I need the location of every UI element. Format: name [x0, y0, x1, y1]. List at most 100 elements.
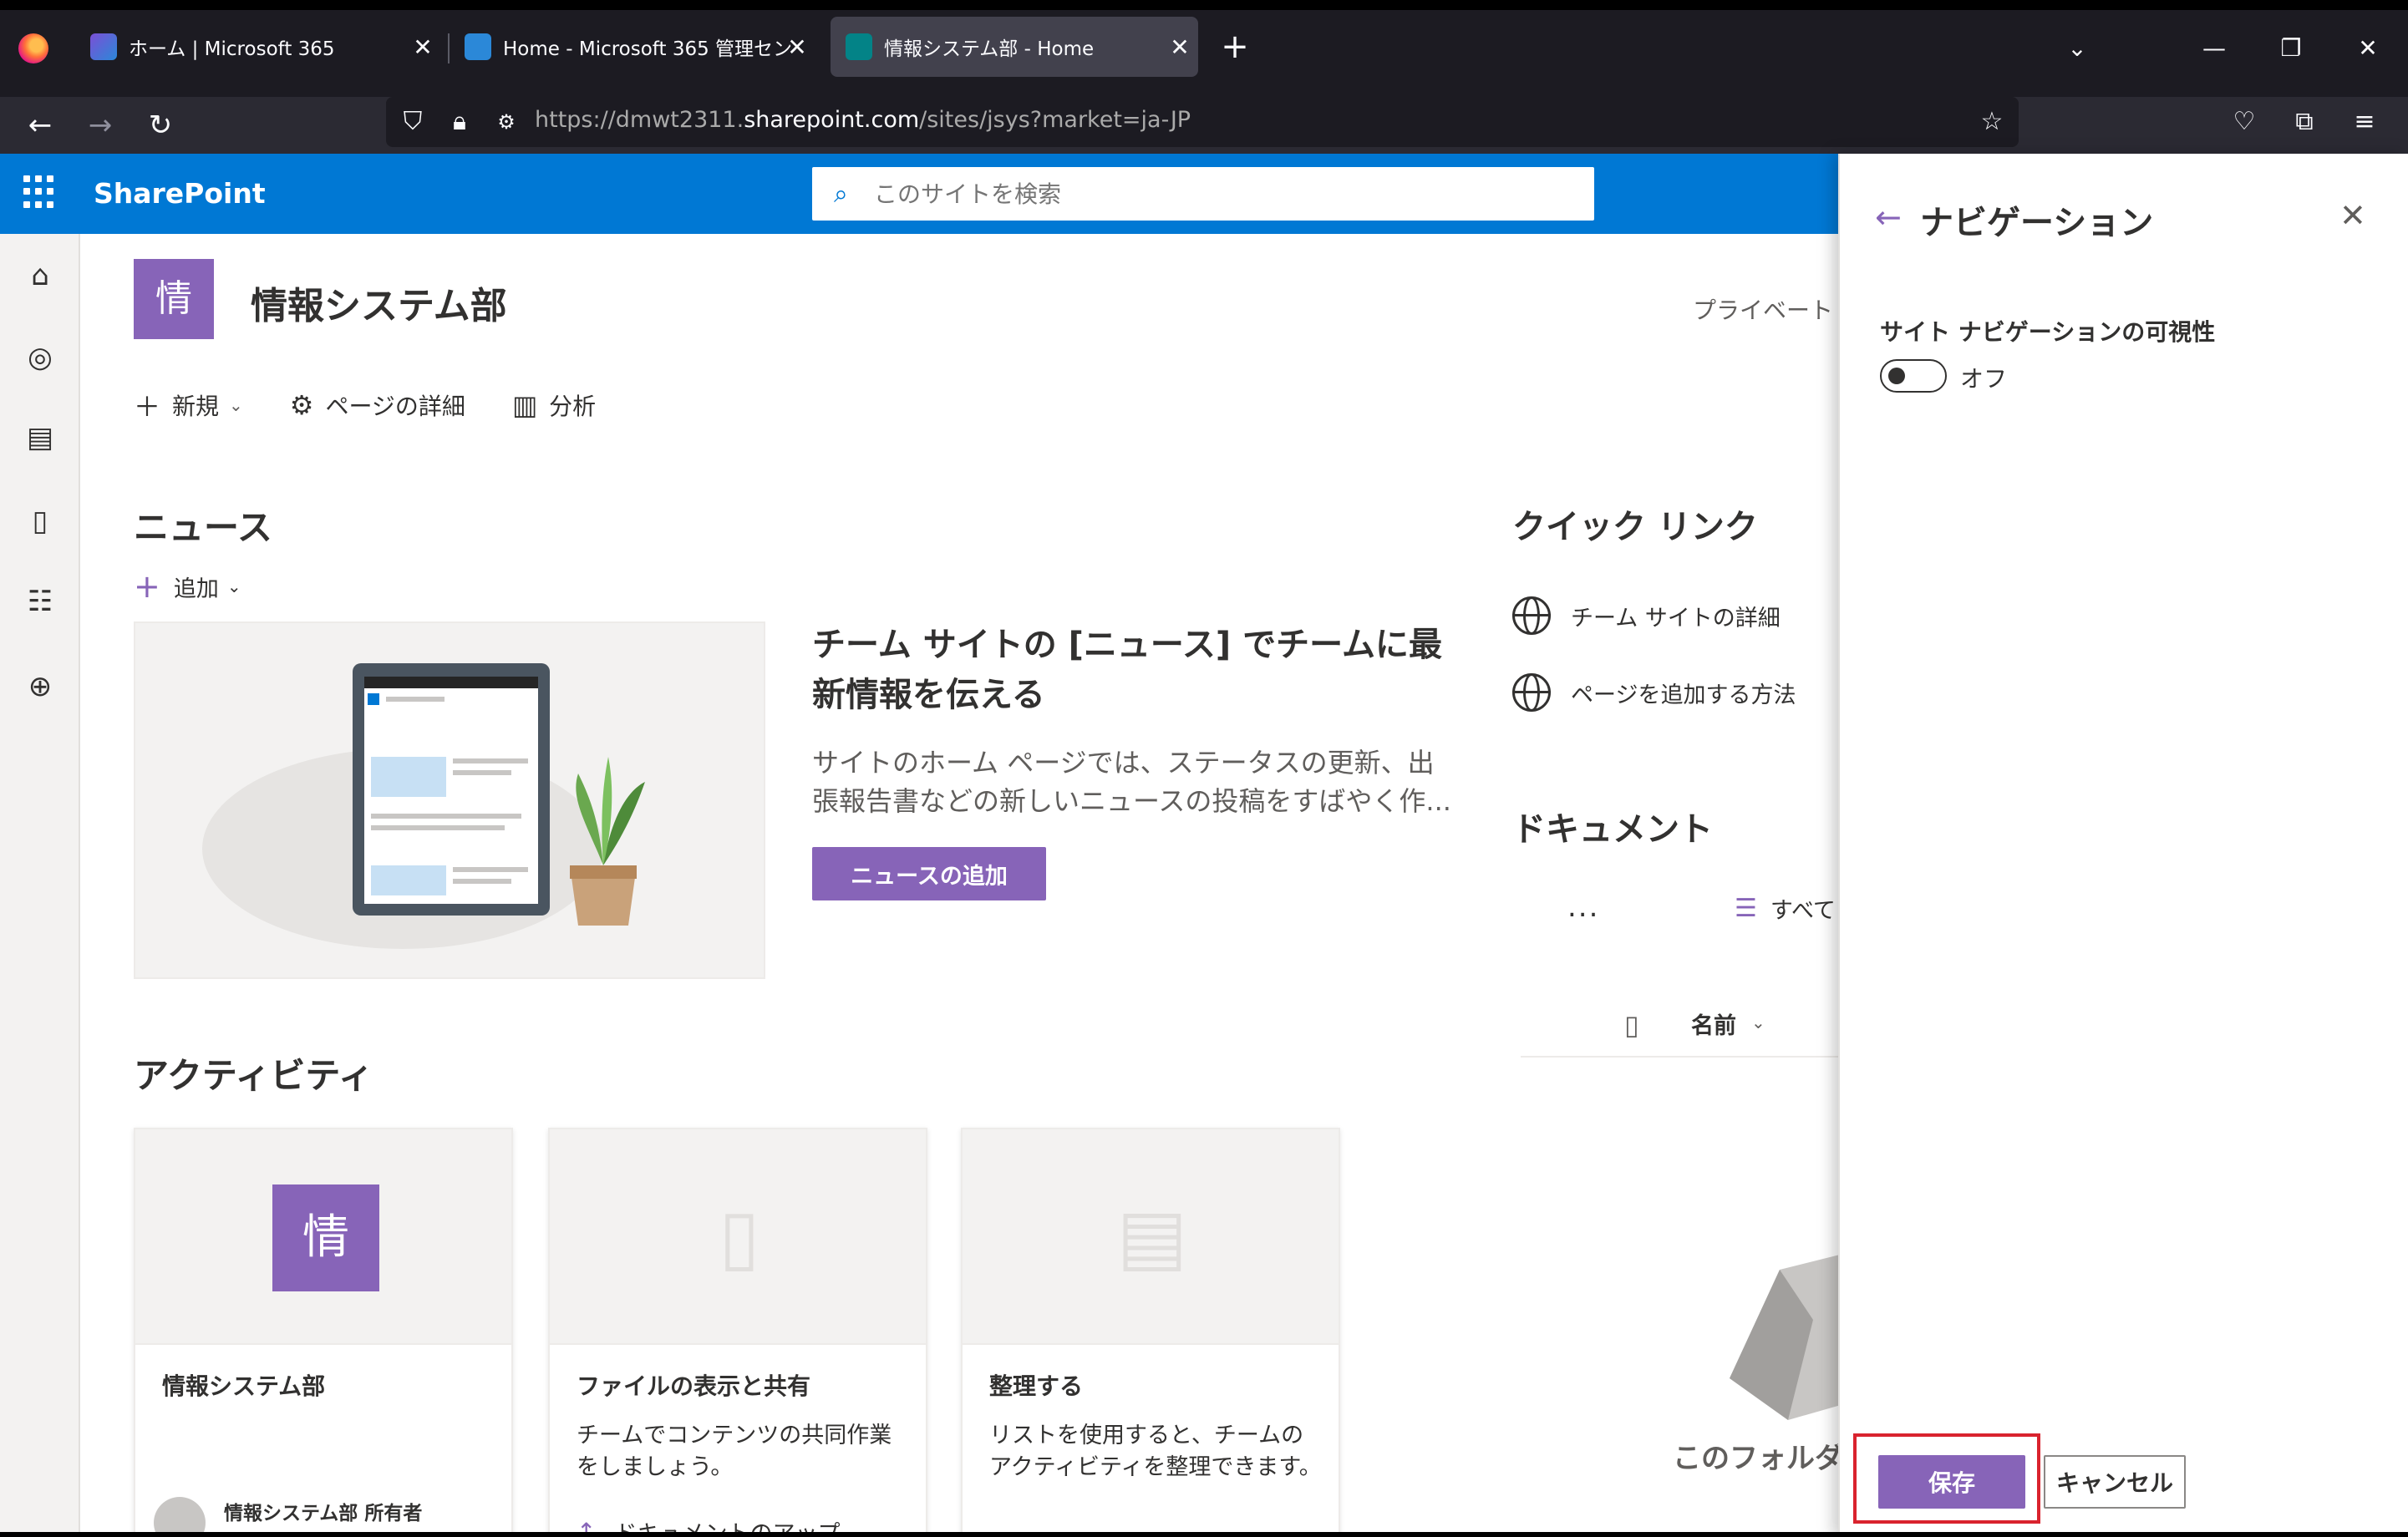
globe-icon[interactable]: ◎ — [20, 337, 60, 378]
chevron-down-icon: ⌄ — [226, 576, 241, 596]
cancel-button[interactable]: キャンセル — [2044, 1455, 2186, 1509]
analytics-button[interactable]: ▥ 分析 — [512, 388, 596, 422]
tab-title: Home - Microsoft 365 管理セン — [503, 38, 793, 60]
quick-link-add-page[interactable]: ページを追加する方法 — [1512, 673, 1796, 712]
screen: ホーム | Microsoft 365 ✕ Home - Microsoft 3… — [0, 0, 2408, 1537]
card-thumbnail: ▤ — [963, 1129, 1339, 1345]
nav-visibility-toggle[interactable] — [1880, 359, 1947, 393]
quick-link-team-site-details[interactable]: チーム サイトの詳細 — [1512, 596, 1781, 635]
tab-separator — [448, 33, 450, 63]
navigation-panel: ← ナビゲーション ✕ サイト ナビゲーションの可視性 オフ — [1838, 154, 2408, 1537]
view-selector[interactable]: ☰ すべて — [1735, 892, 1836, 925]
page-details-button[interactable]: ⚙ ページの詳細 — [290, 388, 465, 422]
chevron-down-icon[interactable]: ⌄ — [1751, 1012, 1765, 1032]
tab-close-icon[interactable]: ✕ — [1161, 17, 1198, 77]
card-description: リストを使用すると、チームのアクティビティを整理できます。 — [989, 1423, 1322, 1480]
chevron-down-icon: ⌄ — [229, 395, 243, 415]
site-title[interactable]: 情報システム部 — [251, 276, 507, 329]
create-plus-icon[interactable]: ⊕ — [20, 667, 60, 707]
pocket-icon[interactable]: ♡ — [2226, 104, 2263, 140]
analytics-label: 分析 — [549, 393, 597, 420]
toggle-state-label: オフ — [1960, 365, 2008, 393]
firefox-logo-icon — [18, 33, 48, 63]
tab-close-icon[interactable]: ✕ — [404, 17, 441, 77]
admin-center-favicon-icon — [465, 33, 491, 60]
gear-icon: ⚙ — [289, 389, 314, 421]
bookmark-star-icon[interactable]: ☆ — [1974, 104, 2010, 140]
news-body-text: サイトのホーム ページでは、ステータスの更新、出張報告書などの新しいニュースの投… — [812, 747, 1451, 817]
microsoft-365-favicon-icon — [90, 33, 117, 60]
activity-card-site[interactable]: 情 情報システム部 情報システム部 所有者 サイトの作成 1 分前以内 — [134, 1128, 513, 1537]
lock-icon[interactable]: 🔒︎ — [441, 104, 478, 140]
file-type-icon: ▯ — [1624, 1009, 1639, 1041]
news-illustration — [134, 621, 765, 979]
app-launcher-icon[interactable] — [23, 175, 57, 209]
news-add-button[interactable]: + 追加 ⌄ — [134, 568, 241, 605]
shared-document-icon: ▯ — [719, 1193, 760, 1281]
list-document-icon: ▤ — [1116, 1193, 1188, 1281]
name-column-header[interactable]: 名前 — [1691, 1007, 1736, 1040]
forward-arrow-icon[interactable]: → — [75, 100, 125, 150]
new-button-label: 新規 — [172, 393, 220, 420]
tab-title: 情報システム部 - Home — [884, 38, 1095, 60]
extensions-icon[interactable]: ⧉ — [2286, 104, 2323, 140]
panel-title: ナビゲーション — [1920, 204, 2154, 242]
news-add-label: 追加 — [173, 576, 219, 602]
site-logo[interactable]: 情 — [134, 259, 214, 339]
reload-icon[interactable]: ↻ — [135, 100, 185, 150]
card-description: チームでコンテンツの共同作業をしましょう。 — [577, 1423, 892, 1480]
quick-link-label: ページを追加する方法 — [1571, 682, 1796, 708]
minimize-button[interactable]: — — [2189, 25, 2239, 72]
view-label: すべて — [1770, 898, 1836, 924]
toggle-knob — [1888, 368, 1905, 384]
news-heading: ニュース — [134, 507, 272, 548]
globe-icon — [1512, 673, 1551, 712]
close-window-button[interactable]: ✕ — [2343, 25, 2393, 72]
new-button[interactable]: ＋ 新規 ⌄ — [134, 386, 243, 424]
site-privacy-label: プライベート — [1693, 297, 1834, 324]
shield-icon[interactable]: ⛉ — [394, 104, 431, 140]
url-text[interactable]: https://dmwt2311.sharepoint.com/sites/js… — [535, 107, 1191, 133]
more-options-icon[interactable]: ... — [1567, 890, 1599, 924]
lists-icon[interactable]: ☷ — [20, 581, 60, 621]
tab-admin-center[interactable]: Home - Microsoft 365 管理セン ✕ — [465, 17, 815, 77]
activity-card-organize[interactable]: ▤ 整理する リストを使用すると、チームのアクティビティを整理できます。 + リ… — [961, 1128, 1340, 1537]
card-title: 整理する — [989, 1372, 1084, 1400]
menu-icon[interactable]: ≡ — [2346, 104, 2383, 140]
back-arrow-icon[interactable]: ← — [1875, 199, 1902, 236]
plus-icon: + — [134, 568, 160, 605]
news-icon[interactable]: ▤ — [20, 418, 60, 458]
tab-list-chevron-icon[interactable]: ⌄ — [2052, 25, 2102, 72]
tab-microsoft-365[interactable]: ホーム | Microsoft 365 ✕ — [90, 17, 441, 77]
add-news-button[interactable]: ニュースの追加 — [812, 847, 1046, 900]
document-icon[interactable]: ▯ — [20, 501, 60, 541]
documents-column-header: ▯ 名前 ⌄ — [1521, 997, 1838, 1058]
page-details-label: ページの詳細 — [325, 393, 465, 420]
bottom-border — [0, 1532, 2408, 1537]
sharepoint-favicon-icon — [846, 33, 872, 60]
site-search-input[interactable] — [874, 180, 1542, 208]
nav-visibility-label: サイト ナビゲーションの可視性 — [1880, 318, 2216, 346]
save-button[interactable]: 保存 — [1878, 1455, 2025, 1509]
permissions-icon[interactable]: ⚙ — [488, 104, 525, 140]
tab-sharepoint-site[interactable]: 情報システム部 - Home ✕ — [831, 17, 1198, 77]
chart-icon: ▥ — [511, 389, 538, 421]
search-icon: ⌕ — [834, 179, 848, 209]
card-owner: 情報システム部 所有者 サイトの作成 1 分前以内 — [154, 1497, 431, 1535]
restore-button[interactable]: ❐ — [2266, 25, 2316, 72]
top-border — [0, 0, 2408, 10]
sharepoint-brand[interactable]: SharePoint — [94, 177, 266, 210]
home-icon[interactable]: ⌂ — [20, 256, 60, 296]
activity-card-files[interactable]: ▯ ファイルの表示と共有 チームでコンテンツの共同作業をしましょう。 ↑ ドキュ… — [548, 1128, 927, 1537]
news-headline[interactable]: チーム サイトの [ニュース] でチームに最新情報を伝える — [812, 620, 1447, 720]
activity-heading: アクティビティ — [134, 1055, 373, 1096]
close-icon[interactable]: ✕ — [2339, 197, 2366, 234]
new-tab-button[interactable]: + — [1217, 30, 1253, 67]
back-arrow-icon[interactable]: ← — [15, 100, 65, 150]
tab-close-icon[interactable]: ✕ — [779, 17, 815, 77]
site-search-box[interactable]: ⌕ — [812, 167, 1594, 221]
card-title: 情報システム部 — [162, 1372, 326, 1400]
quick-links-heading: クイック リンク — [1512, 508, 1758, 546]
plus-icon: ＋ — [134, 391, 161, 423]
card-title: ファイルの表示と共有 — [577, 1372, 811, 1400]
